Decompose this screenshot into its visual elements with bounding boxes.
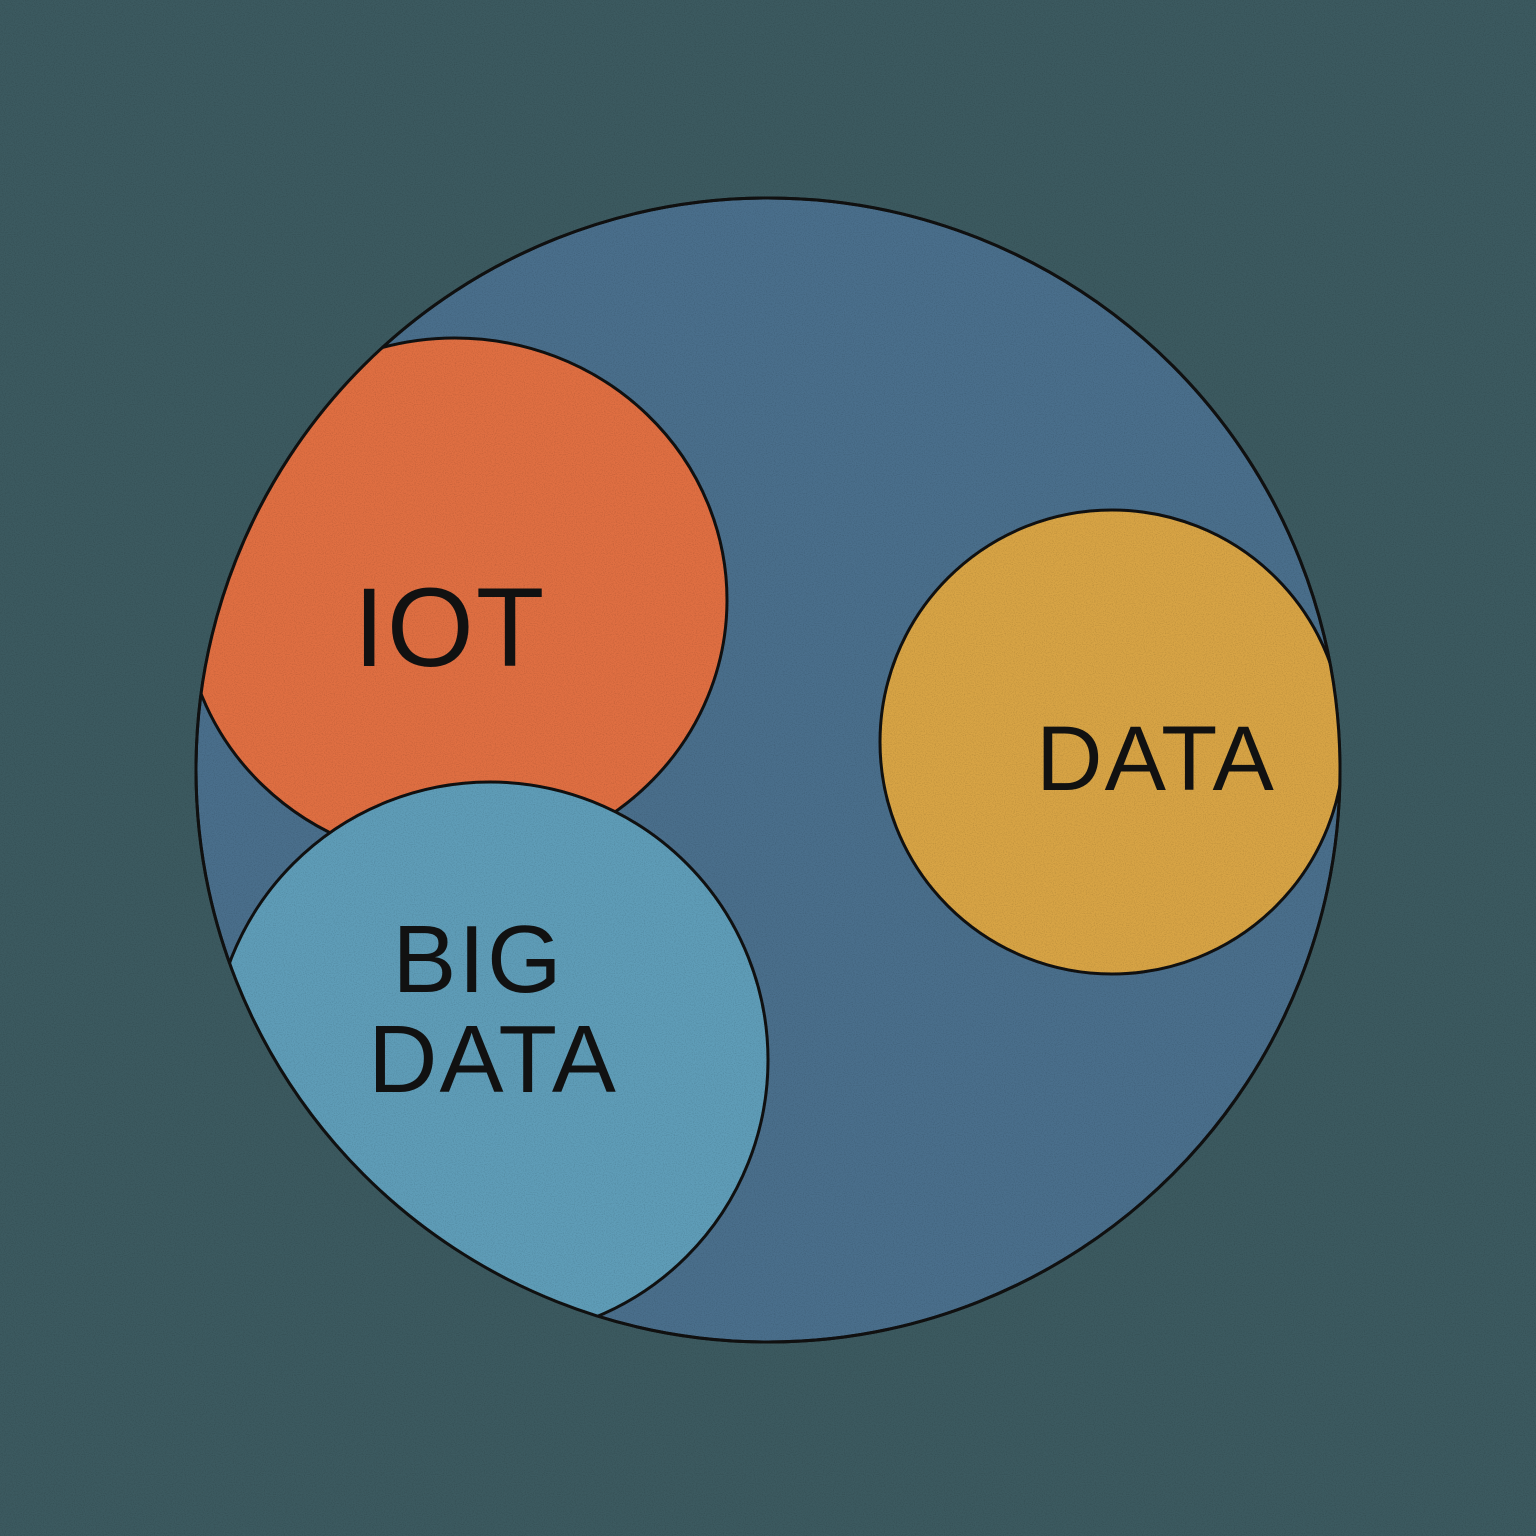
grain-texture [0,0,1536,1536]
big-data-label-line2: DATA [368,1006,618,1113]
big-data-label-line1: BIG [392,906,563,1013]
iot-label: IOT [354,565,547,690]
diagram-canvas: IOT BIG DATA DATA [0,0,1536,1536]
data-label: DATA [1036,708,1276,810]
venn-diagram: IOT BIG DATA DATA [0,0,1536,1536]
